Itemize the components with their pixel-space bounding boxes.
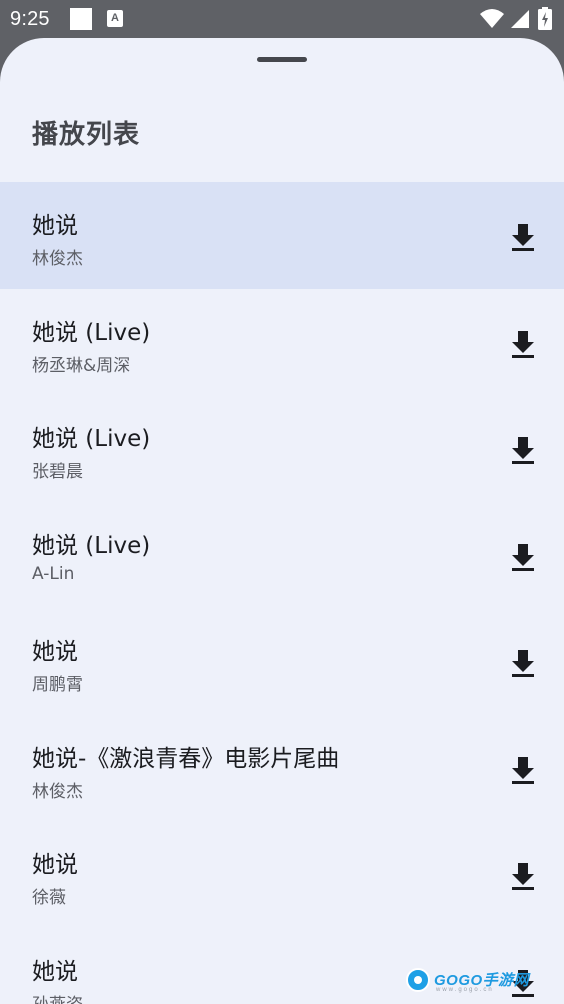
gogo-logo-icon [406,968,430,992]
status-bar: 9:25 A [0,0,564,38]
song-artist: A-Lin [32,563,75,584]
wifi-icon [480,9,504,28]
song-title: 她说 (Live) [32,426,151,452]
download-icon[interactable] [507,327,539,359]
notification-square-icon [70,8,92,30]
song-artist: 林俊杰 [32,249,83,269]
song-title: 她说 (Live) [32,532,151,559]
song-artist: 张碧晨 [32,462,83,482]
song-artist: 林俊杰 [32,781,83,802]
song-row[interactable]: 她说-《激浪青春》电影片尾曲 林俊杰 [0,715,564,822]
watermark-domain: www.gogo.cn [436,987,494,993]
download-icon[interactable] [507,433,539,465]
watermark-logo: GOGO手游网 www.gogo.cn [406,966,529,996]
battery-icon [538,7,552,30]
song-row[interactable]: 她说 (Live) 杨丞琳&周深 [0,289,564,396]
download-icon[interactable] [507,646,539,678]
drag-handle[interactable] [257,57,307,62]
song-title: 她说 (Live) [32,319,151,346]
song-artist: 周鹏霄 [32,675,83,695]
download-icon[interactable] [507,859,539,891]
song-row[interactable]: 她说 周鹏霄 [0,608,564,715]
song-title: 她说 [32,852,78,878]
song-title: 她说 [32,639,78,665]
song-row[interactable]: 她说 (Live) A-Lin [0,502,564,609]
song-list: 她说 林俊杰 她说 (Live) 杨丞琳&周深 她说 (Live) 张碧晨 她说… [0,182,564,1004]
sheet-title: 播放列表 [32,120,141,150]
song-title: 她说 [32,213,78,239]
status-time: 9:25 [10,8,50,30]
notification-a-icon: A [107,10,123,27]
song-artist: 孙燕姿 [32,990,83,1004]
song-row[interactable]: 她说 (Live) 张碧晨 [0,395,564,502]
download-icon[interactable] [507,753,539,785]
song-row[interactable]: 她说 徐薇 [0,821,564,928]
song-row[interactable]: 她说 林俊杰 [0,182,564,289]
cell-signal-icon [511,10,529,28]
song-artist: 杨丞琳&周深 [32,355,131,376]
download-icon[interactable] [507,220,539,252]
song-title: 她说-《激浪青春》电影片尾曲 [32,745,340,772]
song-artist: 徐薇 [32,888,66,908]
playlist-bottom-sheet: 播放列表 她说 林俊杰 她说 (Live) 杨丞琳&周深 她说 (Live) 张… [0,38,564,1004]
download-icon[interactable] [507,540,539,572]
song-title: 她说 [32,958,78,985]
